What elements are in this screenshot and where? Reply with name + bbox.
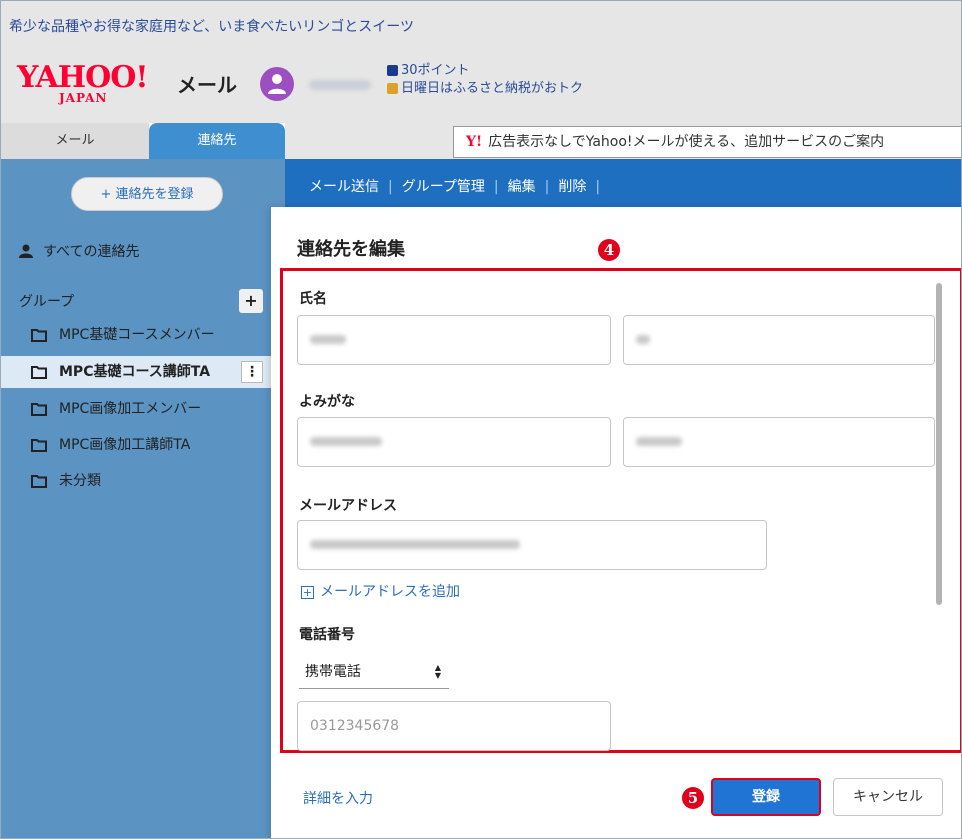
group-label: MPC画像加工講師TA [59, 437, 191, 453]
folder-icon [31, 329, 47, 342]
plus-box-icon: + [301, 586, 314, 599]
email-label: メールアドレス [299, 498, 397, 514]
folder-icon [31, 366, 47, 379]
phone-type-select[interactable]: 携帯電話 ▲ ▼ [299, 655, 449, 689]
ad-banner[interactable]: Y! 広告表示なしでYahoo!メールが使える、追加サービスのご案内 [453, 126, 961, 158]
blurred-value [310, 335, 346, 344]
email-field[interactable] [297, 520, 767, 570]
separator: | [595, 179, 601, 195]
enter-details-link[interactable]: 詳細を入力 [303, 788, 373, 808]
sidebar-item-group[interactable]: 未分類 [1, 465, 285, 497]
step-marker-5: 5 [682, 787, 704, 809]
action-bar: メール送信 | グループ管理 | 編集 | 削除 | [285, 159, 961, 207]
yahoo-y-icon: Y! [466, 134, 483, 150]
delete-action[interactable]: 削除 [558, 179, 586, 195]
all-contacts-label: すべての連絡先 [43, 244, 140, 260]
sidebar-item-all-contacts[interactable]: すべての連絡先 [19, 241, 139, 261]
user-icon [268, 74, 286, 94]
phone-field[interactable]: 0312345678 [297, 701, 611, 751]
yahoo-logo-sub: JAPAN [59, 91, 108, 105]
blurred-value [636, 335, 650, 344]
app-name[interactable]: メール [177, 69, 237, 98]
separator: | [388, 179, 393, 195]
sidebar-item-group-selected[interactable]: MPC基礎コース講師TA ⋮ [1, 356, 285, 388]
group-label: MPC基礎コースメンバー [59, 327, 215, 343]
cancel-button[interactable]: キャンセル [833, 778, 943, 816]
avatar[interactable] [260, 67, 294, 101]
separator: | [544, 179, 550, 195]
page: 希少な品種やお得な家庭用など、いま食べたいリンゴとスイーツ YAHOO! JAP… [0, 0, 962, 839]
phone-label: 電話番号 [299, 627, 355, 643]
add-email-link[interactable]: + メールアドレスを追加 [301, 581, 460, 601]
blurred-value [310, 437, 382, 446]
form-scrollbar[interactable] [936, 283, 942, 605]
group-label: 未分類 [59, 473, 101, 489]
person-icon [19, 244, 33, 258]
first-name-field[interactable] [623, 315, 935, 365]
cart-icon [387, 83, 398, 94]
group-manage-action[interactable]: グループ管理 [402, 179, 485, 195]
header: YAHOO! JAPAN メール 30ポイント 日曜日はふるさと納税がおトク [1, 49, 961, 123]
sidebar-item-group[interactable]: MPC画像加工メンバー [1, 393, 285, 425]
send-mail-action[interactable]: メール送信 [309, 179, 379, 195]
name-label: 氏名 [299, 291, 327, 307]
yahoo-logo[interactable]: YAHOO! [17, 63, 149, 93]
sidebar-item-group[interactable]: MPC画像加工講師TA [1, 429, 285, 461]
sort-arrows-icon: ▲ ▼ [434, 663, 441, 680]
promo-text[interactable]: 希少な品種やお得な家庭用など、いま食べたいリンゴとスイーツ [9, 19, 414, 35]
sidebar [1, 159, 285, 838]
blurred-value [636, 437, 682, 446]
phone-type-value: 携帯電話 [305, 664, 361, 680]
dialog-title: 連絡先を編集 [297, 239, 405, 260]
furigana-label: よみがな [299, 394, 355, 410]
edit-action[interactable]: 編集 [508, 179, 536, 195]
username-blurred[interactable] [309, 80, 371, 90]
points-info[interactable]: 30ポイント 日曜日はふるさと納税がおトク [387, 62, 583, 98]
first-name-furigana-field[interactable] [623, 417, 935, 467]
more-options-icon[interactable]: ⋮ [241, 361, 263, 383]
phone-placeholder: 0312345678 [310, 718, 400, 734]
points-icon [387, 65, 398, 76]
add-email-label: メールアドレスを追加 [320, 584, 460, 600]
blurred-value [310, 540, 520, 549]
add-contact-button[interactable]: + 連絡先を登録 [71, 177, 223, 211]
last-name-field[interactable] [297, 315, 611, 365]
step-marker-4: 4 [598, 239, 620, 261]
furusato-text: 日曜日はふるさと納税がおトク [401, 81, 584, 96]
folder-icon [31, 475, 47, 488]
group-label: MPC画像加工メンバー [59, 401, 202, 417]
ad-text: 広告表示なしでYahoo!メールが使える、追加サービスのご案内 [488, 134, 885, 150]
tab-contacts[interactable]: 連絡先 [149, 123, 285, 159]
points-text: 30ポイント [401, 63, 470, 78]
add-group-button[interactable]: + [239, 289, 263, 313]
group-heading: グループ [19, 294, 75, 310]
separator: | [493, 179, 499, 195]
promo-banner[interactable]: 希少な品種やお得な家庭用など、いま食べたいリンゴとスイーツ [1, 1, 961, 49]
group-label: MPC基礎コース講師TA [59, 364, 211, 380]
folder-icon [31, 403, 47, 416]
last-name-furigana-field[interactable] [297, 417, 611, 467]
folder-icon [31, 439, 47, 452]
tab-mail[interactable]: メール [1, 123, 149, 159]
sidebar-item-group[interactable]: MPC基礎コースメンバー [1, 319, 285, 351]
save-button[interactable]: 登録 [711, 778, 821, 816]
